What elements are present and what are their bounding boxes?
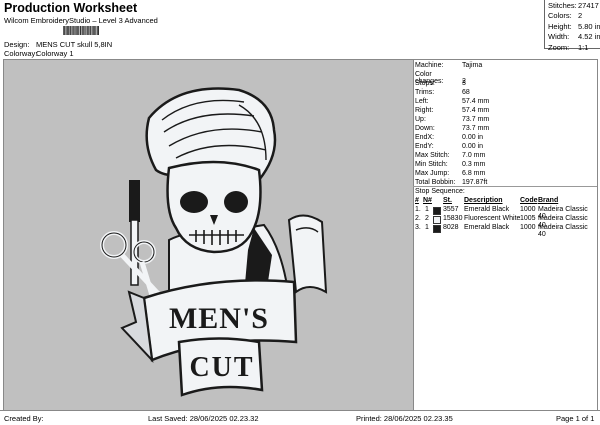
seq-row-brand: Madeira Classic 40 bbox=[538, 224, 597, 238]
seq-row-num: 1. bbox=[415, 206, 421, 213]
barcode bbox=[4, 26, 158, 35]
color-swatch bbox=[433, 207, 441, 215]
colorway-value: Colorway 1 bbox=[36, 49, 74, 58]
seq-row-code: 1005 bbox=[520, 215, 536, 222]
info-min-stitch: Min Stitch:0.3 mm bbox=[415, 161, 485, 168]
seq-header-code: Code bbox=[520, 197, 538, 204]
info-stops: Stops:3 bbox=[415, 80, 466, 87]
last-saved: Last Saved: 28/06/2025 02.23.32 bbox=[148, 414, 259, 423]
info-machine: Machine:Tajima bbox=[415, 62, 482, 69]
seq-header-brand: Brand bbox=[538, 197, 558, 204]
design-value: MENS CUT skull 5,8IN bbox=[36, 40, 112, 49]
color-swatch bbox=[433, 225, 441, 233]
banner-text-mens: MEN'S bbox=[169, 302, 269, 335]
info-endx: EndX:0.00 in bbox=[415, 134, 483, 141]
seq-row-description: Emerald Black bbox=[464, 206, 509, 213]
info-endy: EndY:0.00 in bbox=[415, 143, 483, 150]
seq-header-n: N# bbox=[423, 197, 432, 204]
seq-row-num: 2. bbox=[415, 215, 421, 222]
page-number: Page 1 of 1 bbox=[556, 414, 594, 423]
worksheet-title: Production Worksheet bbox=[4, 1, 137, 15]
software-subtitle: Wilcom EmbroideryStudio – Level 3 Advanc… bbox=[4, 16, 158, 25]
machine-info-panel: Machine:Tajima Color changes:2 Stops:3 T… bbox=[413, 59, 598, 411]
seq-header-description: Description bbox=[464, 197, 503, 204]
stat-zoom: Zoom:1:1 bbox=[548, 43, 600, 53]
info-down: Down:73.7 mm bbox=[415, 125, 489, 132]
info-left: Left:57.4 mm bbox=[415, 98, 489, 105]
summary-stats: Stitches:27417 Colors:2 Height:5.80 in W… bbox=[544, 0, 600, 49]
stat-stitches: Stitches:27417 bbox=[548, 1, 600, 11]
info-total-bobbin: Total Bobbin:197.87ft bbox=[415, 179, 487, 186]
stat-height: Height:5.80 in bbox=[548, 22, 600, 32]
embroidery-design-image: MEN'S CUT bbox=[4, 60, 413, 410]
worksheet-footer: Created By: Last Saved: 28/06/2025 02.23… bbox=[0, 410, 600, 425]
seq-header-num: # bbox=[415, 197, 419, 204]
design-preview: MEN'S CUT bbox=[3, 59, 414, 411]
seq-row-stitches: 8028 bbox=[443, 224, 459, 231]
created-by: Created By: bbox=[4, 414, 44, 423]
colorway-row: Colorway: Colorway 1 bbox=[0, 49, 300, 59]
seq-row-num: 3. bbox=[415, 224, 421, 231]
info-max-jump: Max Jump:6.8 mm bbox=[415, 170, 485, 177]
info-trims: Trims:68 bbox=[415, 89, 470, 96]
printed-date: Printed: 28/06/2025 02.23.35 bbox=[356, 414, 453, 423]
seq-row-needle: 1 bbox=[425, 206, 429, 213]
seq-row-description: Fluorescent White bbox=[464, 215, 520, 222]
banner-text-cut: CUT bbox=[189, 352, 254, 383]
seq-row-code: 1000 bbox=[520, 224, 536, 231]
color-swatch bbox=[433, 216, 441, 224]
info-max-stitch: Max Stitch:7.0 mm bbox=[415, 152, 485, 159]
seq-row-description: Emerald Black bbox=[464, 224, 509, 231]
seq-row-stitches: 3557 bbox=[443, 206, 459, 213]
info-right: Right:57.4 mm bbox=[415, 107, 489, 114]
seq-row-stitches: 15830 bbox=[443, 215, 462, 222]
stat-width: Width:4.52 in bbox=[548, 32, 600, 42]
seq-row-needle: 2 bbox=[425, 215, 429, 222]
stat-colors: Colors:2 bbox=[548, 11, 600, 21]
seq-row-needle: 1 bbox=[425, 224, 429, 231]
info-up: Up:73.7 mm bbox=[415, 116, 489, 123]
seq-header-st: St. bbox=[443, 197, 452, 204]
stop-sequence-title: Stop Sequence: bbox=[415, 188, 465, 195]
seq-row-code: 1000 bbox=[520, 206, 536, 213]
